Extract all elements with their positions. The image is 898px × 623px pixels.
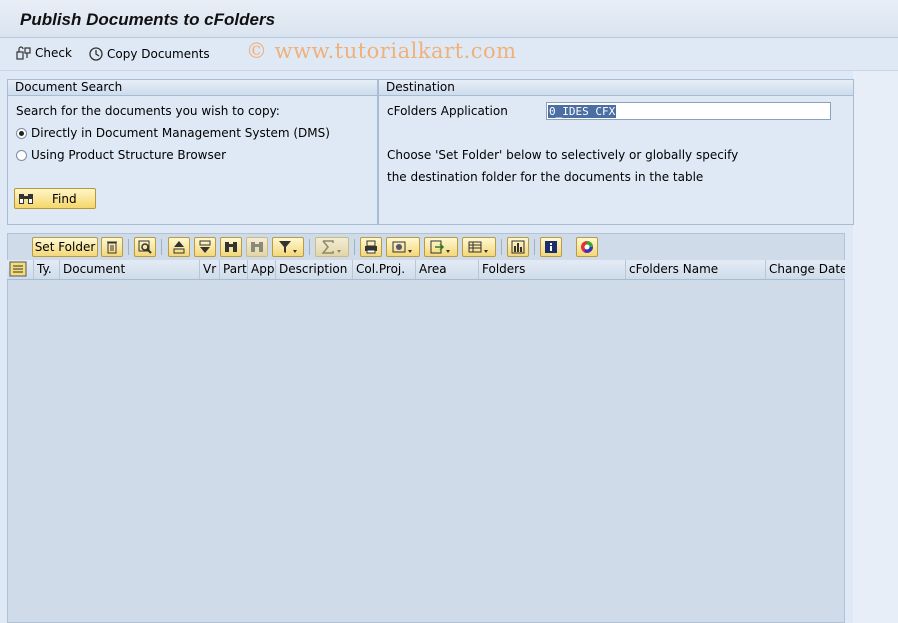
layout-icon (468, 241, 488, 253)
trash-icon (107, 241, 117, 254)
column-header-change-date[interactable]: Change Date (766, 260, 845, 279)
radio-product-structure-label[interactable]: Using Product Structure Browser (31, 148, 226, 162)
set-folder-label: Set Folder (34, 240, 96, 254)
radio-dms-label[interactable]: Directly in Document Management System (… (31, 126, 330, 140)
column-header-document[interactable]: Document (60, 260, 200, 279)
cfolders-application-value: 0_IDES CFX (548, 105, 617, 118)
toolbar-separator (309, 239, 310, 255)
check-label: Check (35, 46, 72, 60)
find-icon (225, 242, 237, 252)
grid-toolbar: Set Folder (7, 234, 845, 258)
sum-icon (321, 240, 341, 254)
filter-icon (279, 241, 297, 253)
document-search-header: Document Search (8, 80, 377, 96)
column-header-cfolders-name[interactable]: cFolders Name (626, 260, 766, 279)
page-title: Publish Documents to cFolders (20, 10, 276, 29)
filter-button[interactable] (272, 237, 304, 257)
watermark: © www.tutorialkart.com (246, 39, 517, 63)
find-button[interactable]: Find (14, 188, 96, 209)
column-header-collab-project[interactable]: Col.Proj. (353, 260, 416, 279)
copy-documents-icon (89, 47, 103, 61)
column-header-app[interactable]: App (248, 260, 276, 279)
destination-header: Destination (379, 80, 853, 96)
info-icon (545, 241, 557, 253)
find-next-icon (251, 242, 263, 252)
views-icon (392, 241, 412, 253)
cfolders-application-label: cFolders Application (387, 104, 508, 118)
destination-info-line2: the destination folder for the documents… (387, 170, 704, 184)
print-button[interactable] (360, 237, 382, 257)
column-header-area[interactable]: Area (416, 260, 479, 279)
export-icon (430, 240, 450, 254)
sort-ascending-icon (173, 241, 185, 254)
select-all-icon (9, 261, 27, 277)
binoculars-icon (19, 193, 33, 204)
details-button[interactable] (134, 237, 156, 257)
views-button[interactable] (386, 237, 420, 257)
copy-documents-button[interactable]: Copy Documents (88, 46, 210, 62)
find-label: Find (52, 191, 77, 206)
graphic-icon (511, 240, 525, 254)
check-button[interactable]: Check (16, 46, 72, 60)
column-header-version[interactable]: Vr (200, 260, 220, 279)
column-header-part[interactable]: Part (220, 260, 248, 279)
sort-descending-icon (199, 240, 211, 253)
toolbar-separator (501, 239, 502, 255)
sort-ascending-button[interactable] (168, 237, 190, 257)
sum-button[interactable] (315, 237, 349, 257)
magnifier-icon (138, 240, 152, 254)
sort-descending-button[interactable] (194, 237, 216, 257)
check-icon (16, 46, 31, 60)
select-all-button[interactable] (7, 260, 34, 279)
radio-product-structure[interactable] (16, 150, 27, 161)
toolbar-separator (128, 239, 129, 255)
copy-documents-label: Copy Documents (107, 47, 210, 61)
destination-info-line1: Choose 'Set Folder' below to selectively… (387, 148, 739, 162)
find-grid-button[interactable] (220, 237, 242, 257)
column-header-description[interactable]: Description (276, 260, 353, 279)
layout-button[interactable] (462, 237, 496, 257)
column-header-type[interactable]: Ty. (34, 260, 60, 279)
toolbar-separator (354, 239, 355, 255)
graphic-button[interactable] (507, 237, 529, 257)
export-button[interactable] (424, 237, 458, 257)
color-legend-icon (581, 241, 593, 253)
search-prompt: Search for the documents you wish to cop… (16, 104, 280, 118)
delete-button[interactable] (101, 237, 123, 257)
title-bar: Publish Documents to cFolders (0, 0, 898, 38)
print-icon (365, 240, 377, 254)
color-legend-button[interactable] (576, 237, 598, 257)
radio-dms[interactable] (16, 128, 27, 139)
right-margin (853, 71, 898, 623)
toolbar-separator (534, 239, 535, 255)
find-next-button[interactable] (246, 237, 268, 257)
cfolders-application-input[interactable]: 0_IDES CFX (546, 102, 831, 120)
set-folder-button[interactable]: Set Folder (32, 237, 98, 257)
toolbar-separator (161, 239, 162, 255)
info-button[interactable] (540, 237, 562, 257)
table-header: Ty. Document Vr Part App Description Col… (7, 260, 845, 280)
documents-table-area (7, 233, 845, 623)
column-header-folders[interactable]: Folders (479, 260, 626, 279)
